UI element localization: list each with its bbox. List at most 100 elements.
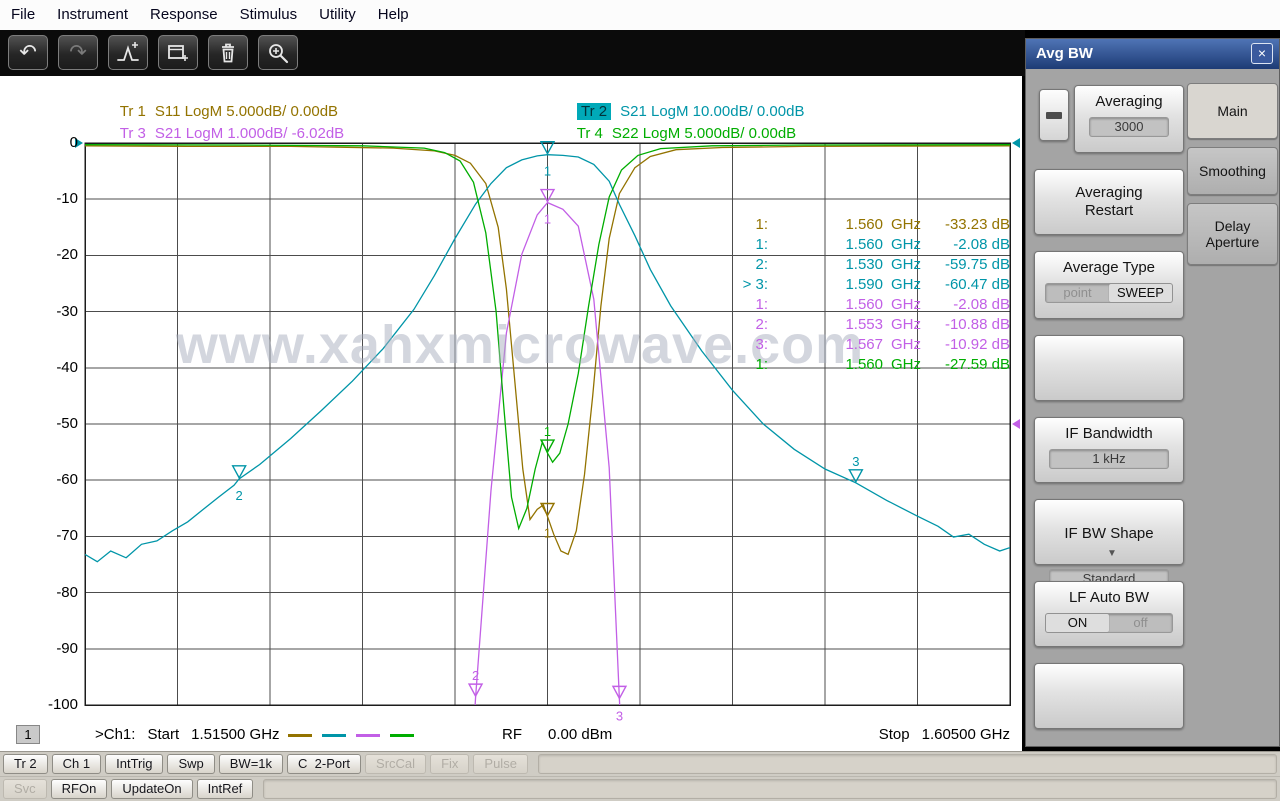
status-svc: Svc xyxy=(3,779,47,799)
menu-utility[interactable]: Utility xyxy=(308,0,367,30)
undo-icon: ↶ xyxy=(19,40,37,65)
trace3-color-dash xyxy=(356,734,380,737)
marker-number: 3: xyxy=(710,335,768,355)
undo-button[interactable]: ↶ xyxy=(8,35,48,70)
average-type-option-point[interactable]: point xyxy=(1046,284,1109,302)
marker-value: -2.08 dB xyxy=(928,235,1010,255)
rf-value: 0.00 dBm xyxy=(548,726,612,743)
status-if-bandwidth[interactable]: BW=1k xyxy=(219,754,283,774)
channel-prefix: >Ch1: xyxy=(95,726,135,743)
reference-level-arrow xyxy=(1012,419,1020,429)
trace-color-key xyxy=(288,734,414,737)
if-bandwidth-label: IF Bandwidth xyxy=(1035,425,1183,443)
marker-frequency: 1.530 xyxy=(768,255,883,275)
menu-response[interactable]: Response xyxy=(139,0,229,30)
plot-area: 11112323 www.xahxmicrowave.com Tr 1S11 L… xyxy=(0,76,1022,751)
y-axis-label: -10 xyxy=(0,190,78,208)
plot-marker-label: 2 xyxy=(472,668,479,683)
lf-auto-bw-toggle: ON off xyxy=(1045,613,1173,633)
menu-instrument[interactable]: Instrument xyxy=(46,0,139,30)
marker-readout-row: 1:1.560GHz-27.59 dB xyxy=(710,355,1010,375)
trace-id: Tr 4 xyxy=(577,125,603,142)
status-bar-2: Svc RFOn UpdateOn IntRef xyxy=(0,776,1280,801)
delete-button[interactable] xyxy=(208,35,248,70)
marker-frequency: 1.553 xyxy=(768,315,883,335)
trace-legend-tr4[interactable]: Tr 4S22 LogM 5.000dB/ 0.00dB xyxy=(552,108,796,159)
status-message-strip xyxy=(538,754,1277,774)
trace-legend-tr3[interactable]: Tr 3S21 LogM 1.000dB/ -6.02dB xyxy=(95,108,344,159)
chevron-down-icon: ▼ xyxy=(1107,548,1117,559)
averaging-button[interactable]: Averaging 3000 xyxy=(1074,85,1184,153)
rf-label: RF xyxy=(502,726,522,743)
marker-readout-row-active: > 3:1.590GHz-60.47 dB xyxy=(710,275,1010,295)
add-window-icon xyxy=(166,41,190,65)
marker-value: -59.75 dB xyxy=(928,255,1010,275)
marker-frequency: 1.560 xyxy=(768,215,883,235)
plot-marker-label: 1 xyxy=(544,526,551,541)
status-sweep[interactable]: Swp xyxy=(167,754,214,774)
marker-unit: GHz xyxy=(883,235,928,255)
trace4-color-dash xyxy=(390,734,414,737)
marker-unit: GHz xyxy=(883,275,928,295)
status-active-channel[interactable]: Ch 1 xyxy=(52,754,101,774)
panel-title: Avg BW xyxy=(1026,39,1279,69)
y-axis-label: -40 xyxy=(0,359,78,377)
marker-number: > 3: xyxy=(710,275,768,295)
status-update-on[interactable]: UpdateOn xyxy=(111,779,192,799)
reference-level-arrow xyxy=(1012,138,1020,148)
if-bandwidth-button[interactable]: IF Bandwidth 1 kHz xyxy=(1034,417,1184,483)
tab-delay-aperture[interactable]: Delay Aperture xyxy=(1187,203,1278,265)
measurement-graph: 11112323 xyxy=(0,76,1022,751)
status-message-strip xyxy=(263,779,1277,799)
y-axis-label: -90 xyxy=(0,640,78,658)
trace1-color-dash xyxy=(288,734,312,737)
plot-marker-label: 3 xyxy=(852,454,859,469)
zoom-button[interactable] xyxy=(258,35,298,70)
marker-unit: GHz xyxy=(883,315,928,335)
menu-file[interactable]: File xyxy=(0,0,46,30)
marker-unit: GHz xyxy=(883,355,928,375)
status-bar-1: Tr 2 Ch 1 IntTrig Swp BW=1k C 2-Port Src… xyxy=(0,751,1280,776)
marker-frequency: 1.560 xyxy=(768,355,883,375)
plot-marker-label: 1 xyxy=(544,164,551,179)
average-type-toggle: point SWEEP xyxy=(1045,283,1173,303)
average-type-button[interactable]: Average Type point SWEEP xyxy=(1034,251,1184,319)
blank-softkey xyxy=(1034,335,1184,401)
marker-number: 1: xyxy=(710,355,768,375)
status-trigger-source[interactable]: IntTrig xyxy=(105,754,163,774)
tab-main[interactable]: Main xyxy=(1187,83,1278,139)
marker-frequency: 1.590 xyxy=(768,275,883,295)
average-type-option-sweep[interactable]: SWEEP xyxy=(1109,284,1172,302)
close-icon[interactable]: × xyxy=(1251,43,1273,64)
marker-value: -10.88 dB xyxy=(928,315,1010,335)
menu-help[interactable]: Help xyxy=(367,0,420,30)
status-cal-2port[interactable]: C 2-Port xyxy=(287,754,361,774)
add-marker-button[interactable] xyxy=(108,35,148,70)
avg-bw-panel: Avg BW × Averaging 3000 Main Smoothing D… xyxy=(1025,38,1280,747)
start-value: 1.51500 GHz xyxy=(191,726,279,743)
status-rf-on[interactable]: RFOn xyxy=(51,779,108,799)
status-pulse: Pulse xyxy=(473,754,528,774)
y-axis-label: -60 xyxy=(0,471,78,489)
status-int-ref[interactable]: IntRef xyxy=(197,779,254,799)
vna-application-window: File Instrument Response Stimulus Utilit… xyxy=(0,0,1280,801)
trash-icon xyxy=(216,41,240,65)
status-active-trace[interactable]: Tr 2 xyxy=(3,754,48,774)
lf-auto-bw-option-on[interactable]: ON xyxy=(1046,614,1109,632)
redo-button[interactable]: ↷ xyxy=(58,35,98,70)
averaging-toggle-button[interactable] xyxy=(1039,89,1069,141)
y-axis-label: -20 xyxy=(0,246,78,264)
add-window-button[interactable] xyxy=(158,35,198,70)
marker-number: 1: xyxy=(710,215,768,235)
trace-settings: S21 LogM 1.000dB/ -6.02dB xyxy=(155,125,344,142)
lf-auto-bw-button[interactable]: LF Auto BW ON off xyxy=(1034,581,1184,647)
marker-unit: GHz xyxy=(883,295,928,315)
lf-auto-bw-label: LF Auto BW xyxy=(1035,589,1183,607)
menu-stimulus[interactable]: Stimulus xyxy=(229,0,309,30)
tab-smoothing[interactable]: Smoothing xyxy=(1187,147,1278,195)
marker-value: -10.92 dB xyxy=(928,335,1010,355)
channel-number-box[interactable]: 1 xyxy=(16,725,40,744)
if-bw-shape-button[interactable]: IF BW Shape ▼ Standard xyxy=(1034,499,1184,565)
lf-auto-bw-option-off[interactable]: off xyxy=(1109,614,1172,632)
averaging-restart-button[interactable]: Averaging Restart xyxy=(1034,169,1184,235)
